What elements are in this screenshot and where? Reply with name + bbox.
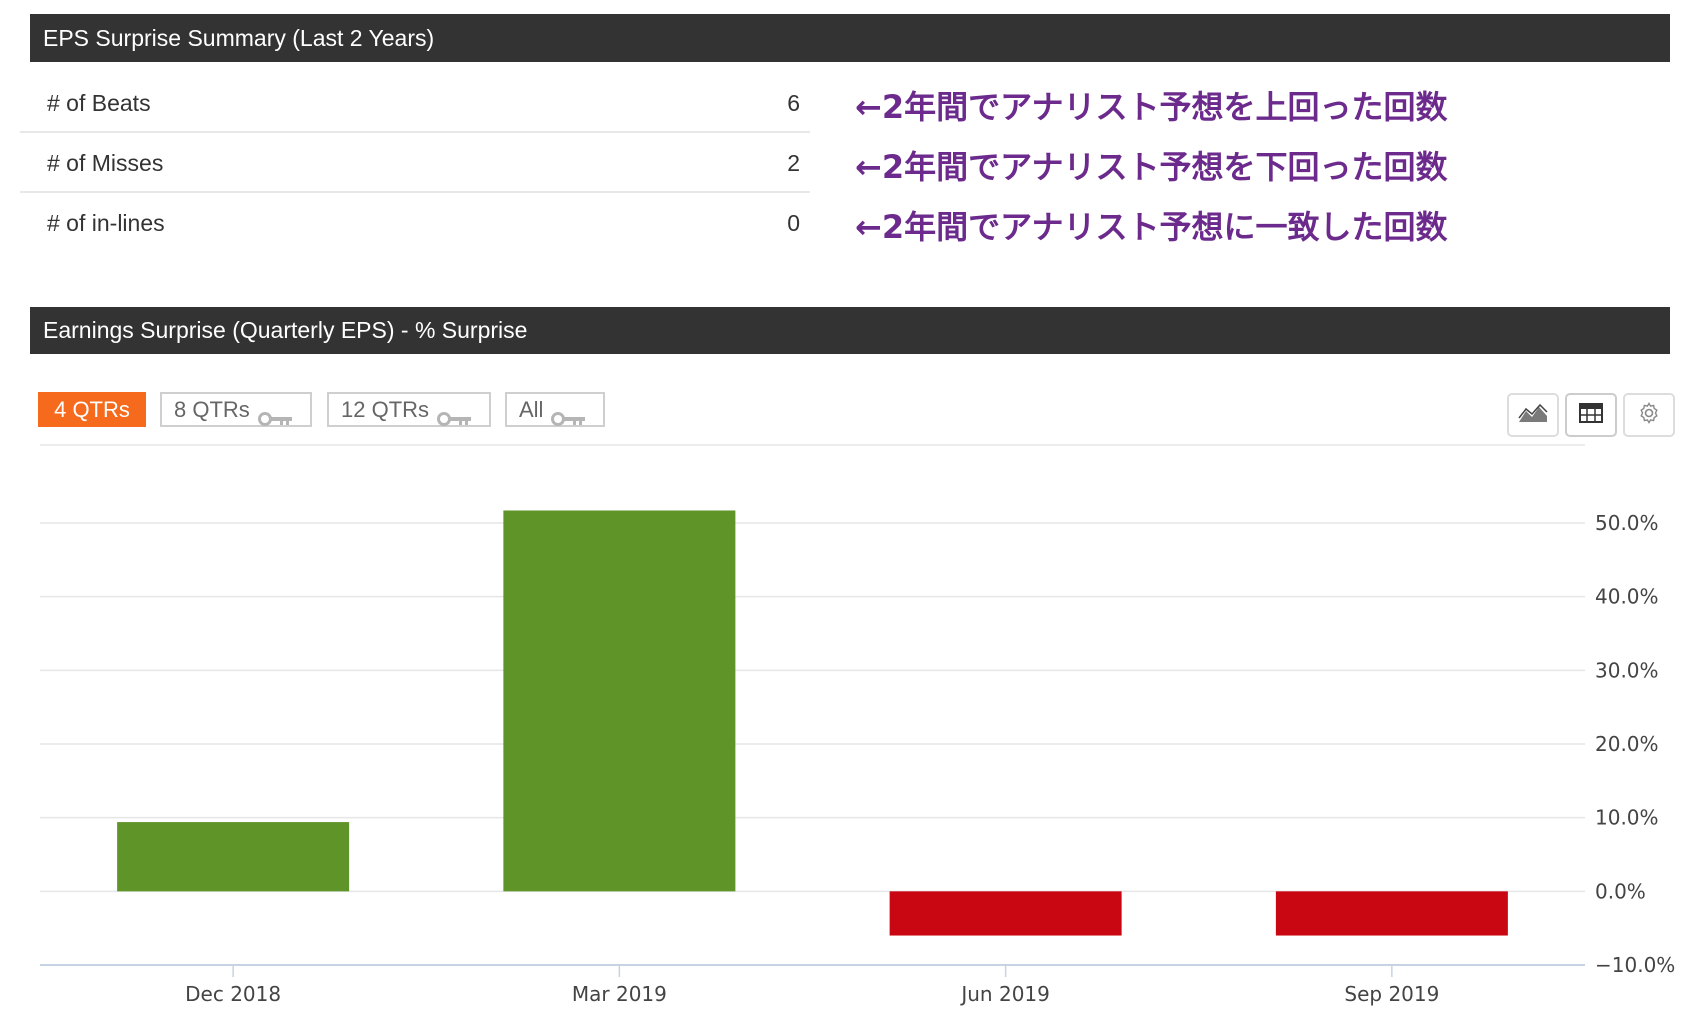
- key-icon: [257, 403, 294, 426]
- inlines-value: 0: [787, 210, 800, 236]
- range-12-qtrs-label: 12 QTRs: [341, 397, 430, 422]
- y-axis-ticks: 50.0% 40.0% 30.0% 20.0% 10.0% 0.0% −10.0%: [1595, 511, 1675, 977]
- x-tick-label: Sep 2019: [1344, 982, 1439, 1006]
- x-axis: [40, 964, 1585, 977]
- key-icon: [551, 403, 587, 426]
- y-tick-label: 20.0%: [1595, 732, 1659, 756]
- x-tick-label: Mar 2019: [572, 982, 667, 1006]
- misses-value: 2: [787, 150, 800, 176]
- range-all-label: All: [519, 397, 544, 422]
- inlines-label: # of in-lines: [47, 210, 165, 236]
- y-tick-label: 10.0%: [1595, 806, 1659, 830]
- bars: [117, 510, 1508, 936]
- range-4-qtrs-label: 4 QTRs: [54, 397, 130, 422]
- table-icon: [1579, 402, 1603, 428]
- y-tick-label: −10.0%: [1595, 953, 1675, 977]
- x-tick-label: Dec 2018: [185, 982, 281, 1006]
- bar: [117, 822, 350, 892]
- range-8-qtrs-button[interactable]: 8 QTRs: [160, 392, 312, 427]
- chart-header: Earnings Surprise (Quarterly EPS) - % Su…: [30, 307, 1670, 354]
- summary-row-misses: # of Misses 2: [20, 133, 810, 193]
- misses-label: # of Misses: [47, 150, 164, 176]
- bar: [889, 891, 1122, 936]
- y-tick-label: 30.0%: [1595, 658, 1659, 682]
- y-tick-label: 0.0%: [1595, 879, 1646, 903]
- summary-row-inlines: # of in-lines 0: [20, 193, 810, 253]
- misses-annotation: ←2年間でアナリスト予想を下回った回数: [855, 148, 1448, 186]
- beats-value: 6: [787, 90, 800, 116]
- summary-header: EPS Surprise Summary (Last 2 Years): [30, 14, 1670, 62]
- range-12-qtrs-button[interactable]: 12 QTRs: [327, 392, 491, 427]
- range-8-qtrs-label: 8 QTRs: [174, 397, 250, 422]
- bar: [503, 510, 736, 892]
- summary-row-beats: # of Beats 6: [20, 73, 810, 133]
- chart-title: Earnings Surprise (Quarterly EPS) - % Su…: [43, 317, 528, 343]
- y-tick-label: 50.0%: [1595, 511, 1659, 535]
- bar: [1275, 891, 1508, 936]
- inlines-annotation: ←2年間でアナリスト予想に一致した回数: [855, 208, 1448, 246]
- x-axis-ticks: Dec 2018 Mar 2019 Jun 2019 Sep 2019: [185, 982, 1439, 1006]
- summary-title: EPS Surprise Summary (Last 2 Years): [43, 25, 435, 51]
- beats-label: # of Beats: [47, 90, 151, 116]
- area-chart-icon: [1518, 403, 1548, 428]
- range-all-button[interactable]: All: [505, 392, 605, 427]
- range-4-qtrs-button[interactable]: 4 QTRs: [38, 392, 146, 427]
- beats-annotation: ←2年間でアナリスト予想を上回った回数: [855, 88, 1448, 126]
- gear-icon: [1637, 401, 1661, 430]
- key-icon: [437, 403, 473, 426]
- surprise-bar-chart: 50.0% 40.0% 30.0% 20.0% 10.0% 0.0% −10.0% Dec …: [40, 444, 1675, 1006]
- y-tick-label: 40.0%: [1595, 585, 1659, 609]
- x-tick-label: Jun 2019: [959, 982, 1050, 1006]
